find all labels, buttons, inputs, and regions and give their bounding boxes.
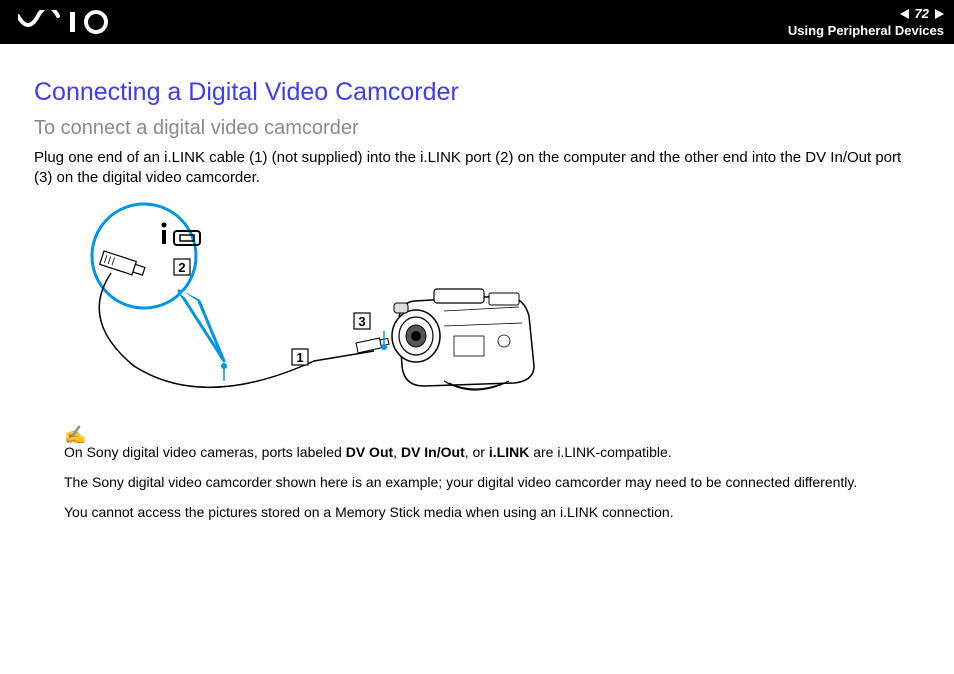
page-title: Connecting a Digital Video Camcorder xyxy=(34,78,920,107)
camcorder-icon xyxy=(392,289,534,390)
diagram-label-3: 3 xyxy=(358,314,365,329)
section-title: Using Peripheral Devices xyxy=(788,23,944,38)
page-number: 72 xyxy=(915,6,929,21)
prev-page-icon[interactable] xyxy=(900,9,909,19)
note-icon: ✍ xyxy=(64,425,920,446)
vaio-logo xyxy=(10,10,128,34)
header-bar: 72 Using Peripheral Devices xyxy=(0,0,954,44)
page-content: Connecting a Digital Video Camcorder To … xyxy=(0,44,954,520)
note-line-2: The Sony digital video camcorder shown h… xyxy=(64,474,920,490)
note-line-1: On Sony digital video cameras, ports lab… xyxy=(64,444,920,460)
diagram-label-1: 1 xyxy=(296,350,303,365)
diagram-label-2: 2 xyxy=(178,260,185,275)
page-subtitle: To connect a digital video camcorder xyxy=(34,117,920,140)
note-line-3: You cannot access the pictures stored on… xyxy=(64,504,920,520)
notes-section: ✍ On Sony digital video cameras, ports l… xyxy=(34,425,920,520)
header-nav: 72 Using Peripheral Devices xyxy=(788,6,944,38)
page-nav: 72 xyxy=(900,6,944,21)
instruction-text: Plug one end of an i.LINK cable (1) (not… xyxy=(34,148,920,189)
connection-diagram: 2 1 3 xyxy=(64,201,584,411)
next-page-icon[interactable] xyxy=(935,9,944,19)
